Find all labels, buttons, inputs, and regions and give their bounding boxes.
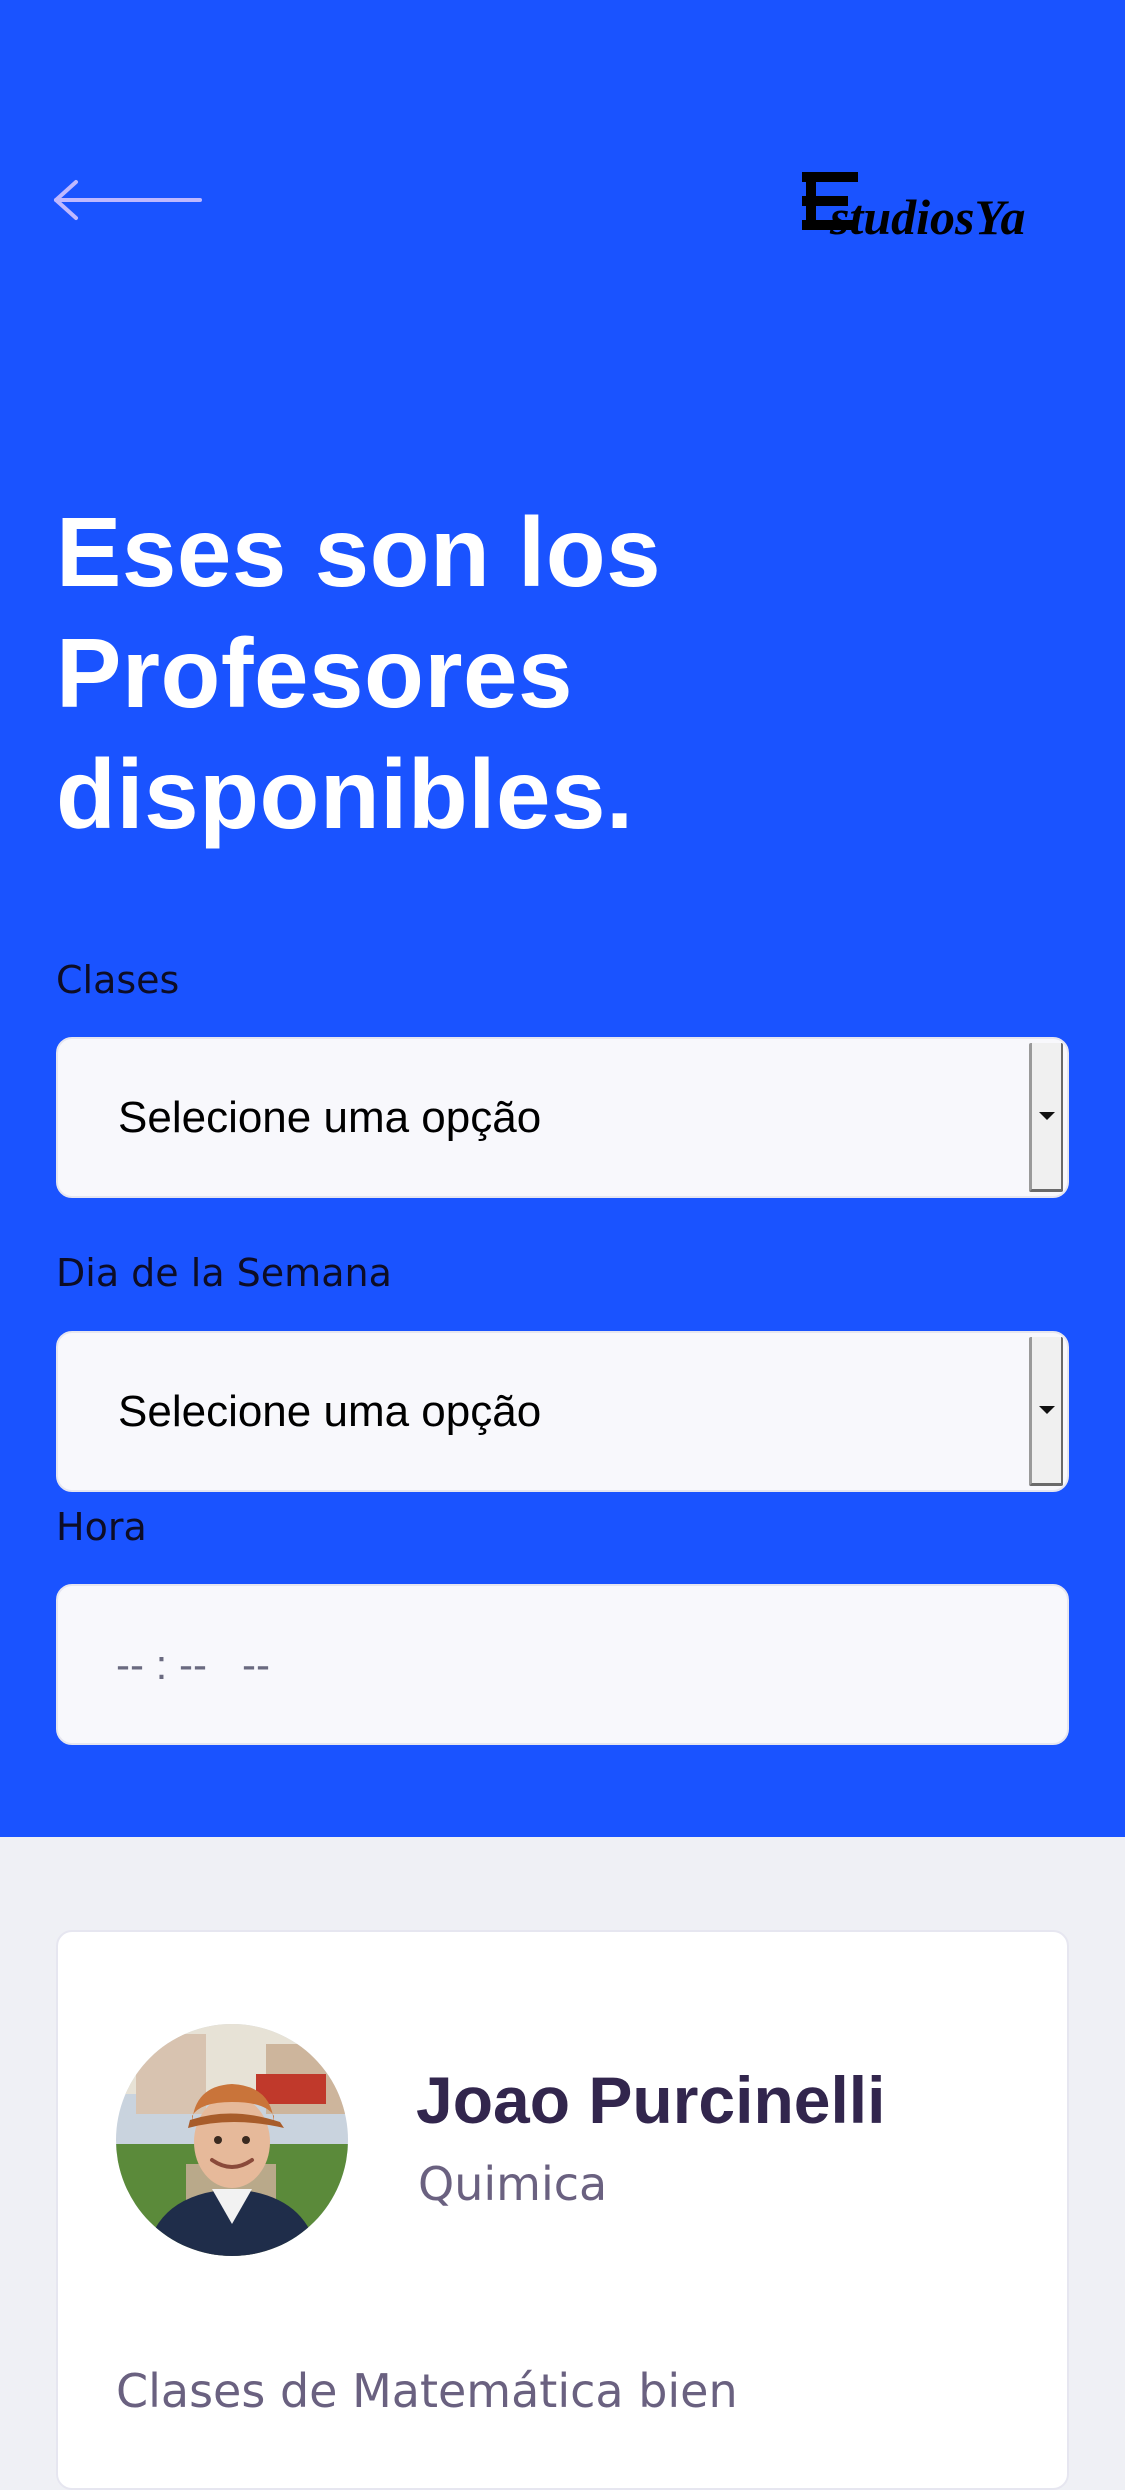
- clases-select-value: Selecione uma opção: [118, 1092, 542, 1142]
- teacher-name: Joao Purcinelli: [416, 2063, 886, 2137]
- title-line: disponibles.: [56, 739, 634, 849]
- hora-time-input[interactable]: -- : -- --: [56, 1584, 1069, 1745]
- title-line: Eses son los: [56, 497, 662, 607]
- teacher-card: Joao Purcinelli Quimica Clases de Matemá…: [56, 1930, 1069, 2490]
- clases-select[interactable]: Selecione uma opção: [56, 1037, 1069, 1198]
- hora-label: Hora: [56, 1505, 147, 1549]
- dia-semana-select[interactable]: Selecione uma opção: [56, 1331, 1069, 1492]
- teacher-subject: Quimica: [418, 2157, 608, 2211]
- chevron-down-icon: [1038, 1112, 1055, 1120]
- select-dropdown-button[interactable]: [1029, 1337, 1063, 1486]
- page-title: Eses son los Profesores disponibles.: [56, 492, 956, 855]
- teacher-bio: Clases de Matemática bien: [116, 2364, 738, 2418]
- select-dropdown-button[interactable]: [1029, 1043, 1063, 1192]
- brand-logo: studiosYa: [800, 168, 1072, 245]
- dia-semana-label: Dia de la Semana: [56, 1251, 392, 1295]
- clases-label: Clases: [56, 958, 180, 1002]
- hora-time-placeholder: -- : -- --: [116, 1640, 270, 1688]
- page-header: studiosYa Eses son los Profesores dispon…: [0, 0, 1125, 1837]
- chevron-down-icon: [1038, 1406, 1055, 1414]
- title-line: Profesores: [56, 618, 574, 728]
- svg-text:studiosYa: studiosYa: [829, 189, 1025, 240]
- dia-semana-select-value: Selecione uma opção: [118, 1386, 542, 1436]
- arrow-left-icon: [54, 180, 202, 220]
- teacher-avatar: [116, 2024, 348, 2256]
- back-button[interactable]: [52, 178, 204, 222]
